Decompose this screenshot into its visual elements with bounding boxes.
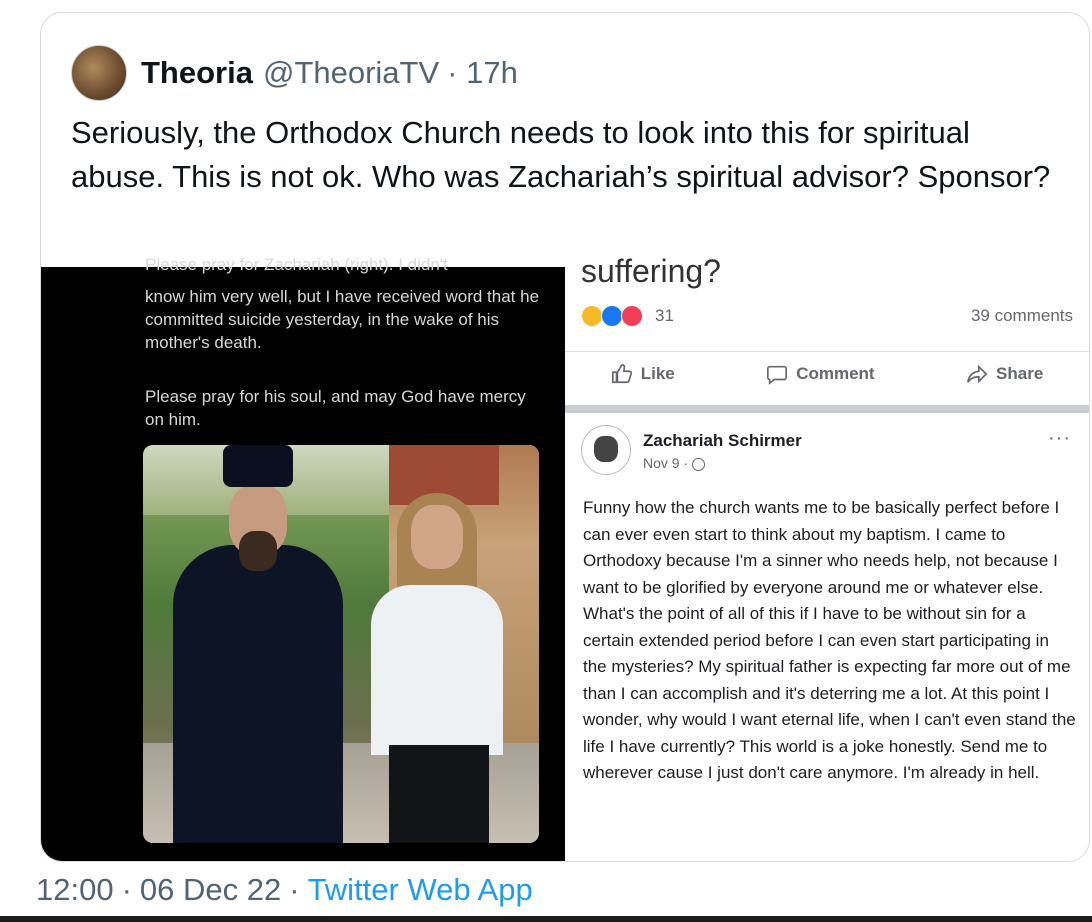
monk-hat bbox=[223, 445, 293, 487]
post-text: know him very well, but I have received … bbox=[145, 287, 540, 352]
share-button[interactable]: Share bbox=[966, 363, 1043, 385]
post-body: Funny how the church wants me to be basi… bbox=[583, 498, 1076, 782]
separator: · bbox=[121, 872, 132, 907]
author-name[interactable]: Theoria bbox=[141, 55, 253, 91]
share-label: Share bbox=[996, 364, 1044, 383]
reaction-count: 31 bbox=[655, 306, 674, 325]
separator: · bbox=[289, 872, 300, 907]
globe-icon bbox=[692, 457, 706, 471]
reactions-row: 31 39 comments bbox=[581, 305, 1073, 327]
tweet-date[interactable]: 06 Dec 22 bbox=[140, 872, 281, 908]
more-options-icon[interactable]: ··· bbox=[1048, 427, 1071, 450]
young-man-figure bbox=[371, 585, 503, 755]
bottom-divider bbox=[0, 916, 1092, 922]
comment-icon bbox=[767, 365, 788, 385]
author-handle[interactable]: @TheoriaTV bbox=[263, 55, 439, 91]
avatar[interactable] bbox=[581, 425, 631, 475]
post-date-text: Nov 9 · bbox=[643, 455, 693, 471]
comment-count[interactable]: 39 comments bbox=[971, 306, 1073, 326]
post-header: Zachariah Schirmer Nov 9 · bbox=[581, 425, 802, 475]
share-icon bbox=[967, 364, 988, 384]
post-photo bbox=[143, 445, 539, 843]
like-label: Like bbox=[640, 364, 675, 383]
tweet-time[interactable]: 12:00 bbox=[36, 872, 114, 908]
post-date[interactable]: Nov 9 · bbox=[643, 455, 802, 471]
tweet-media[interactable]: Please pray for Zachariah (right). I did… bbox=[41, 253, 1089, 861]
like-reaction-icon bbox=[601, 305, 623, 327]
cut-off-text: Please pray for Zachariah (right). I did… bbox=[145, 255, 448, 274]
like-button[interactable]: Like bbox=[611, 363, 675, 385]
source-app[interactable]: Twitter Web App bbox=[308, 872, 533, 908]
post-text-2: Please pray for his soul, and may God ha… bbox=[145, 387, 526, 429]
tweet-footer: 12:00 · 06 Dec 22 · Twitter Web App bbox=[36, 872, 533, 908]
tweet-header: Theoria @TheoriaTV · 17h bbox=[71, 43, 518, 103]
post-author[interactable]: Zachariah Schirmer bbox=[643, 431, 802, 451]
avatar[interactable] bbox=[71, 45, 127, 101]
young-man-legs bbox=[389, 745, 489, 843]
monk-beard bbox=[239, 531, 277, 571]
love-reaction-icon bbox=[621, 305, 643, 327]
comment-label: Comment bbox=[796, 364, 875, 383]
section-divider bbox=[565, 405, 1089, 413]
tweet-card[interactable]: Theoria @TheoriaTV · 17h Seriously, the … bbox=[40, 12, 1090, 862]
post-actions: Like Comment Share bbox=[565, 351, 1089, 396]
comment-button[interactable]: Comment bbox=[766, 363, 875, 385]
screenshot-left: Please pray for Zachariah (right). I did… bbox=[41, 255, 565, 861]
young-man-head bbox=[411, 505, 463, 569]
tweet-text: Seriously, the Orthodox Church needs to … bbox=[71, 115, 1051, 194]
tweet-time-ago[interactable]: · 17h bbox=[447, 55, 518, 91]
monk-figure bbox=[173, 545, 343, 843]
care-reaction-icon bbox=[581, 305, 603, 327]
screenshot-right: suffering? 31 39 comments Like Comment S… bbox=[565, 253, 1089, 861]
thumbs-up-icon bbox=[611, 364, 632, 384]
cut-off-text: suffering? bbox=[581, 253, 721, 289]
reactions[interactable]: 31 bbox=[581, 305, 674, 327]
